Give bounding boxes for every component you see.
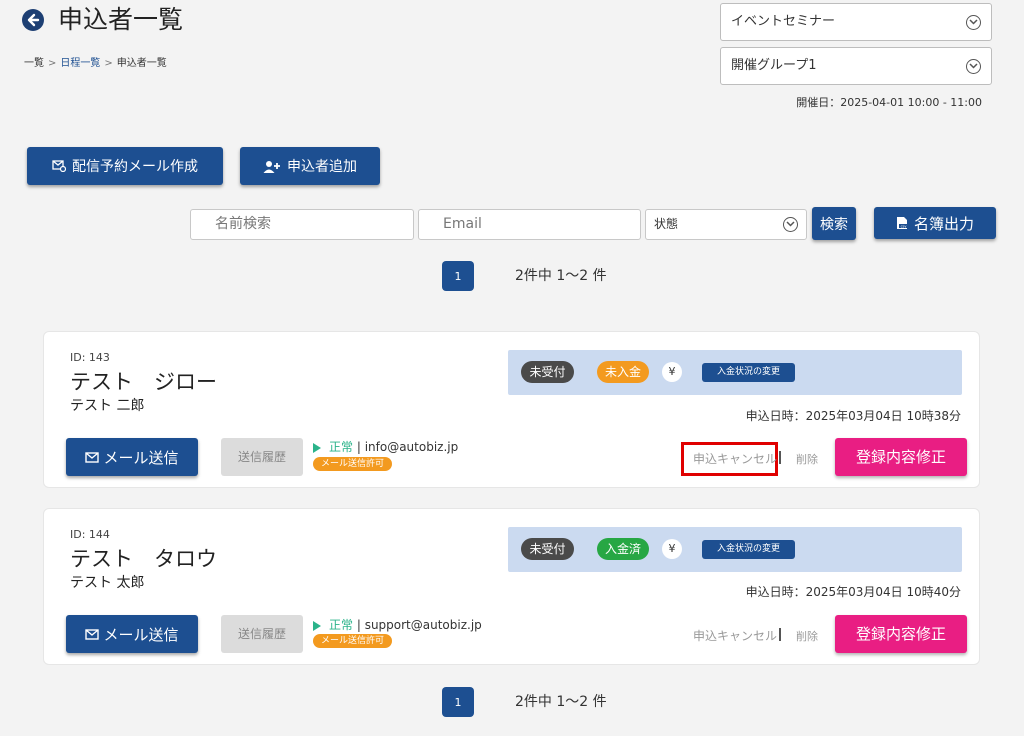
applicant-email: | support@autobiz.jp [353, 618, 482, 632]
chevron-down-icon [966, 15, 981, 30]
send-mail-button[interactable]: メール送信 [66, 615, 198, 653]
mail-status: 正常 | support@autobiz.jp [313, 616, 482, 633]
payment-status-badge: 未入金 [597, 361, 649, 383]
envelope-icon [85, 628, 100, 640]
play-icon [313, 442, 321, 453]
apply-date: 申込日時：2025年03月04日 10時38分 [745, 409, 961, 423]
divider [779, 628, 781, 641]
event-select[interactable]: イベントセミナー [720, 3, 992, 41]
applicant-id: ID: 143 [70, 351, 110, 364]
group-select-value: 開催グループ1 [731, 58, 817, 73]
event-select-value: イベントセミナー [731, 14, 836, 29]
page-1-button[interactable]: 1 [442, 687, 474, 717]
cancel-application-link[interactable]: 申込キャンセル [693, 627, 777, 644]
applicant-name-sub: テスト 二郎 [70, 398, 145, 414]
applicant-name-sub: テスト 太郎 [70, 575, 145, 591]
mail-permit-badge: メール送信許可 [313, 457, 393, 471]
status-band: 未受付 未入金 ¥ 入金状況の変更 [508, 350, 962, 395]
edit-registration-button[interactable]: 登録内容修正 [835, 615, 967, 653]
edit-registration-button[interactable]: 登録内容修正 [835, 438, 967, 476]
csv-file-icon: csv [896, 217, 908, 229]
divider [779, 451, 781, 464]
page-1-button[interactable]: 1 [442, 261, 474, 291]
envelope-icon [85, 451, 100, 463]
cancel-application-link[interactable]: 申込キャンセル [693, 450, 777, 467]
payment-status-badge: 入金済 [597, 538, 649, 560]
send-history-button[interactable]: 送信履歴 [221, 438, 303, 476]
page-count: 2件中 1〜2 件 [515, 268, 607, 284]
reserve-mail-button[interactable]: 配信予約メール作成 [27, 147, 223, 185]
change-payment-button[interactable]: 入金状況の変更 [702, 363, 795, 382]
breadcrumb-item-applicants: 申込者一覧 [116, 58, 167, 69]
add-applicant-button[interactable]: 申込者追加 [240, 147, 380, 185]
mail-permit-badge: メール送信許可 [313, 634, 393, 648]
play-icon [313, 620, 321, 631]
delete-link[interactable]: 削除 [796, 628, 818, 644]
change-payment-button[interactable]: 入金状況の変更 [702, 540, 795, 559]
applicant-name: テスト ジロー [70, 370, 217, 394]
page-count: 2件中 1〜2 件 [515, 694, 607, 710]
mail-status: 正常 | info@autobiz.jp [313, 438, 458, 455]
chevron-down-icon [966, 59, 981, 74]
breadcrumb-item-schedule[interactable]: 日程一覧 [60, 58, 100, 69]
mail-status-ok: 正常 [329, 618, 354, 632]
group-select[interactable]: 開催グループ1 [720, 47, 992, 85]
yen-icon: ¥ [662, 539, 682, 559]
back-arrow-icon[interactable] [22, 9, 44, 31]
applicant-card: ID: 143 テスト ジロー テスト 二郎 未受付 未入金 ¥ 入金状況の変更… [43, 331, 980, 488]
chevron-down-icon [783, 217, 798, 232]
reception-status-badge: 未受付 [521, 361, 574, 383]
search-button[interactable]: 検索 [812, 207, 856, 240]
send-history-button[interactable]: 送信履歴 [221, 615, 303, 653]
svg-text:csv: csv [901, 224, 907, 228]
mail-clock-icon [52, 160, 66, 172]
applicant-name: テスト タロウ [70, 547, 217, 571]
apply-date: 申込日時：2025年03月04日 10時40分 [745, 585, 961, 599]
applicant-id: ID: 144 [70, 528, 110, 541]
status-select[interactable]: 状態 [645, 209, 807, 240]
name-search-input[interactable]: 名前検索 [190, 209, 414, 240]
applicant-email: | info@autobiz.jp [353, 440, 459, 454]
mail-status-ok: 正常 [329, 440, 354, 454]
status-band: 未受付 入金済 ¥ 入金状況の変更 [508, 527, 962, 572]
reception-status-badge: 未受付 [521, 538, 574, 560]
event-date: 開催日：2025-04-01 10:00 - 11:00 [796, 96, 982, 109]
delete-link[interactable]: 削除 [796, 451, 818, 467]
yen-icon: ¥ [662, 362, 682, 382]
applicant-card: ID: 144 テスト タロウ テスト 太郎 未受付 入金済 ¥ 入金状況の変更… [43, 508, 980, 665]
breadcrumb: 一覧 > 日程一覧 > 申込者一覧 [24, 58, 167, 69]
send-mail-button[interactable]: メール送信 [66, 438, 198, 476]
user-plus-icon [263, 160, 280, 173]
breadcrumb-item-list: 一覧 [24, 58, 44, 69]
page-title: 申込者一覧 [58, 5, 184, 34]
export-list-button[interactable]: csv 名簿出力 [874, 207, 996, 239]
email-search-input[interactable]: Email [418, 209, 641, 240]
